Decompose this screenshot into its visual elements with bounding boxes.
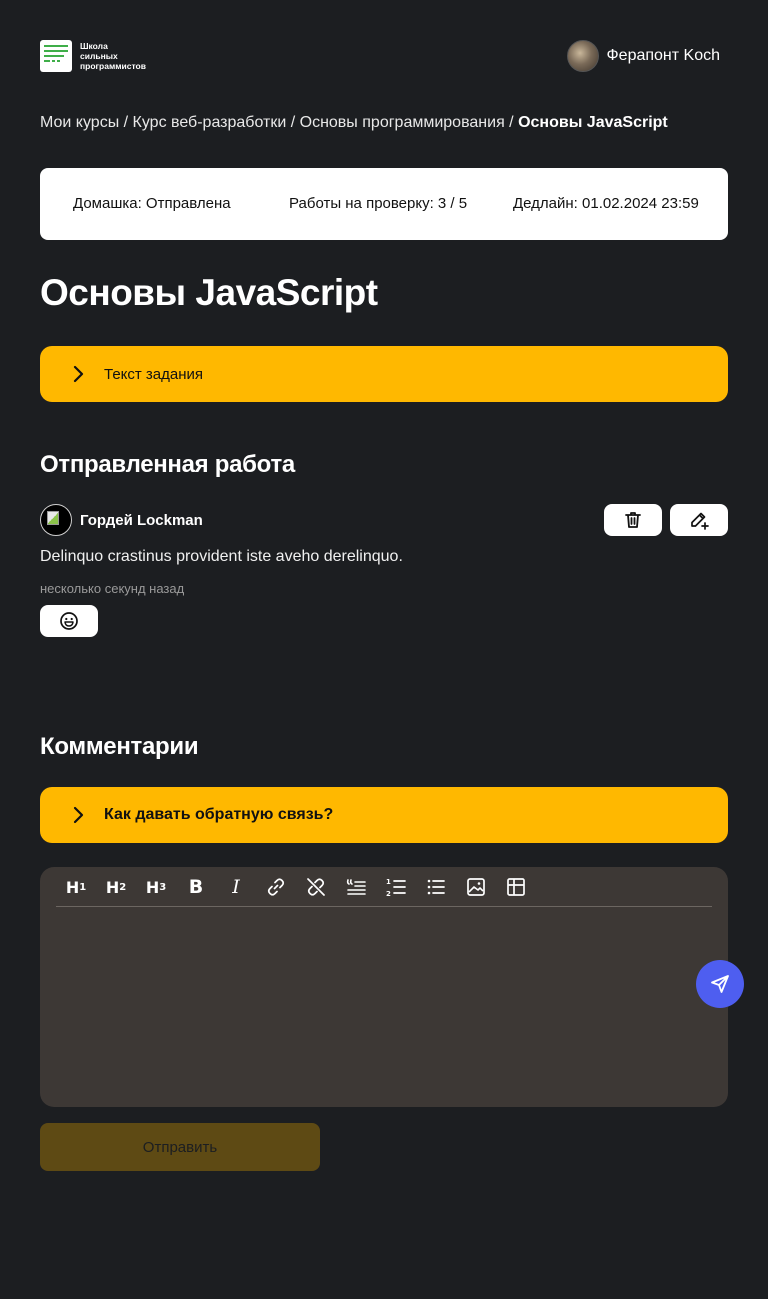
edit-add-icon — [691, 512, 709, 530]
svg-text:1: 1 — [386, 878, 391, 886]
send-icon — [711, 975, 729, 993]
editor-toolbar: H1 H2 H3 B I 12 — [56, 875, 712, 907]
task-text-accordion[interactable]: Текст задания — [40, 346, 728, 402]
chevron-right-icon — [73, 365, 84, 383]
homework-status: Домашка: Отправлена — [73, 195, 231, 212]
breadcrumb-item-module[interactable]: Основы программирования — [300, 114, 505, 131]
link-button[interactable] — [256, 875, 296, 899]
user-name: Ферапонт Koch — [606, 47, 721, 64]
author-name: Гордей Lockman — [80, 511, 203, 529]
image-icon — [467, 878, 485, 896]
ordered-list-icon: 12 — [386, 878, 406, 897]
image-button[interactable] — [456, 875, 496, 899]
avatar — [566, 40, 599, 72]
comments-title: Комментарии — [40, 733, 199, 760]
ordered-list-button[interactable]: 12 — [376, 875, 416, 899]
link-icon — [267, 878, 285, 896]
delete-button[interactable] — [604, 504, 662, 536]
emoji-icon — [60, 612, 78, 630]
logo-text: Школа сильных программистов — [80, 41, 146, 71]
quote-button[interactable] — [336, 875, 376, 899]
unlink-button[interactable] — [296, 875, 336, 899]
chevron-right-icon — [73, 806, 84, 824]
comment-editor: H1 H2 H3 B I 12 — [40, 867, 728, 1107]
quote-icon — [346, 879, 366, 895]
heading-2-button[interactable]: H2 — [96, 875, 136, 899]
bold-button[interactable]: B — [176, 875, 216, 899]
logo-icon — [40, 40, 72, 72]
status-card: Домашка: Отправлена Работы на проверку: … — [40, 168, 728, 240]
deadline: Дедлайн: 01.02.2024 23:59 — [513, 195, 699, 212]
bullet-list-icon — [427, 879, 445, 895]
submit-comment-button[interactable]: Отправить — [40, 1123, 320, 1171]
svg-text:2: 2 — [386, 890, 391, 897]
user-menu[interactable]: Ферапонт Koch — [566, 40, 721, 72]
breadcrumb: Мои курсы / Курс веб-разработки / Основы… — [40, 114, 668, 131]
avatar — [40, 504, 72, 536]
header: Школа сильных программистов Ферапонт Koc… — [40, 40, 728, 72]
page-title: Основы JavaScript — [40, 272, 378, 313]
feedback-accordion[interactable]: Как давать обратную связь? — [40, 787, 728, 843]
submission-time: несколько секунд назад — [40, 581, 185, 596]
submission-text: Delinquo crastinus provident iste aveho … — [40, 548, 403, 565]
trash-icon — [625, 512, 641, 528]
broken-image-icon — [47, 511, 59, 525]
unlink-icon — [307, 878, 325, 896]
task-text-label: Текст задания — [104, 365, 204, 383]
submission-title: Отправленная работа — [40, 451, 295, 478]
breadcrumb-item-my-courses[interactable]: Мои курсы — [40, 114, 119, 131]
heading-3-button[interactable]: H3 — [136, 875, 176, 899]
submission-author: Гордей Lockman — [40, 504, 203, 536]
table-button[interactable] — [496, 875, 536, 899]
italic-button[interactable]: I — [216, 875, 256, 899]
send-fab-button[interactable] — [696, 960, 744, 1008]
heading-1-button[interactable]: H1 — [56, 875, 96, 899]
add-reaction-button[interactable] — [40, 605, 98, 637]
feedback-label: Как давать обратную связь? — [104, 806, 334, 823]
table-icon — [507, 878, 525, 896]
comment-input[interactable] — [56, 915, 712, 1095]
bullet-list-button[interactable] — [416, 875, 456, 899]
logo[interactable]: Школа сильных программистов — [40, 40, 170, 72]
breadcrumb-current: Основы JavaScript — [518, 114, 668, 131]
review-count: Работы на проверку: 3 / 5 — [289, 195, 468, 212]
edit-button[interactable] — [670, 504, 728, 536]
breadcrumb-item-course[interactable]: Курс веб-разработки — [133, 114, 287, 131]
